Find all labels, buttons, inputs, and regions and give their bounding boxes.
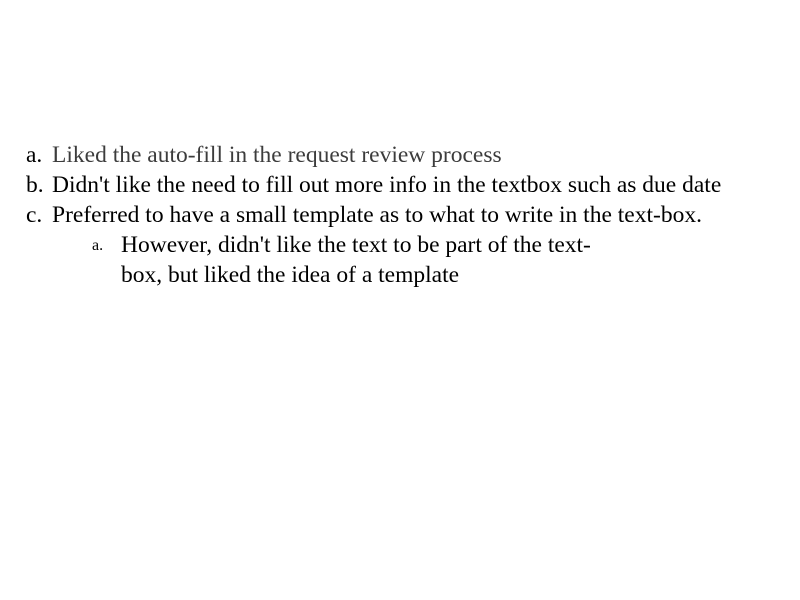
list-item: a. Liked the auto-fill in the request re… xyxy=(26,140,778,170)
lettered-list: a. Liked the auto-fill in the request re… xyxy=(26,140,778,290)
list-item-text: Didn't like the need to fill out more in… xyxy=(52,172,722,198)
list-item: c. Preferred to have a small template as… xyxy=(26,200,778,290)
slide-canvas: a. Liked the auto-fill in the request re… xyxy=(0,0,800,600)
list-item-marker: c. xyxy=(26,202,43,228)
list-item: b. Didn't like the need to fill out more… xyxy=(26,170,778,200)
list-item-text: Liked the auto-fill in the request revie… xyxy=(52,142,502,168)
list-item-marker: b. xyxy=(26,172,44,198)
nested-list-item: a. However, didn't like the text to be p… xyxy=(92,230,778,290)
nested-list-item-text: However, didn't like the text to be part… xyxy=(121,232,591,288)
slide-content-block: a. Liked the auto-fill in the request re… xyxy=(26,140,778,290)
nested-list-item-marker: a. xyxy=(92,237,104,254)
nested-lettered-list: a. However, didn't like the text to be p… xyxy=(52,230,778,290)
list-item-marker: a. xyxy=(26,142,43,168)
list-item-text: Preferred to have a small template as to… xyxy=(52,202,702,228)
